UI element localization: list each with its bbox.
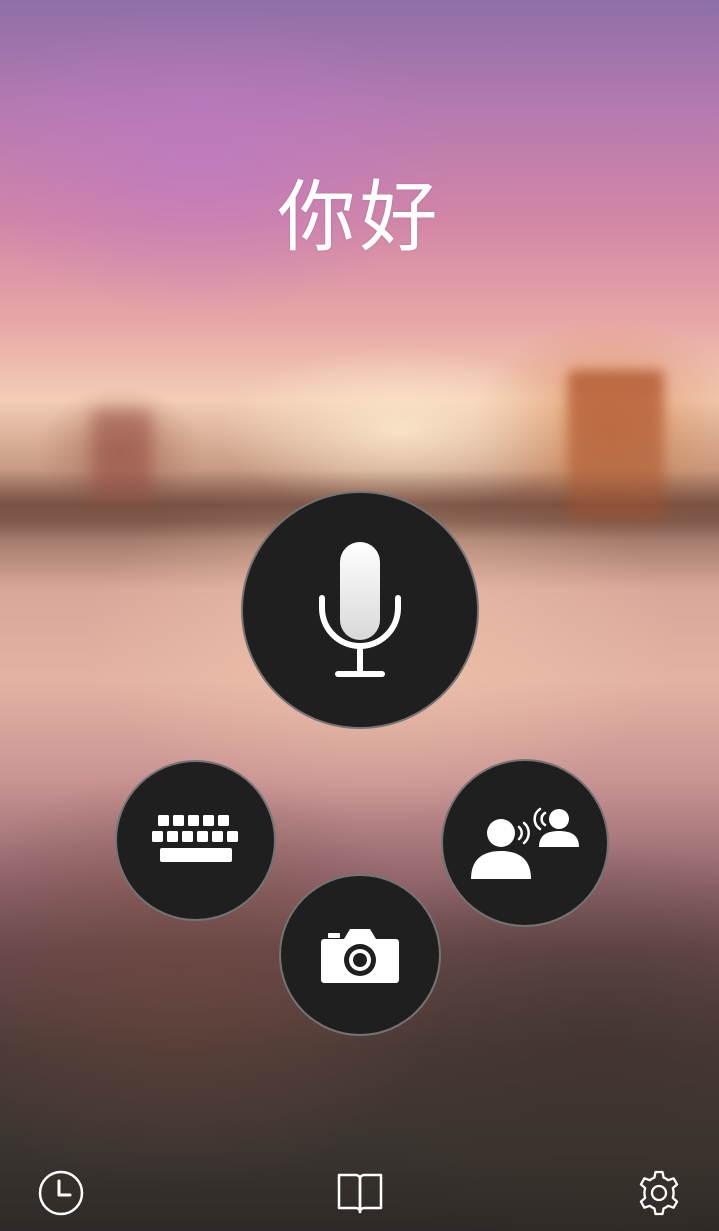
conversation-icon [467,805,583,881]
camera-button[interactable] [279,874,441,1036]
microphone-button[interactable] [241,491,479,729]
phrasebook-button[interactable] [332,1165,388,1221]
clock-icon [37,1169,85,1217]
conversation-button[interactable] [441,759,609,927]
history-button[interactable] [33,1165,89,1221]
keyboard-icon [150,813,242,869]
keyboard-button[interactable] [115,760,276,921]
microphone-icon [312,540,408,680]
background-building [568,370,664,520]
background-building-left [92,410,152,500]
book-icon [336,1171,384,1215]
settings-button[interactable] [631,1165,687,1221]
gear-icon [635,1169,683,1217]
greeting-text: 你好 [277,173,442,263]
app-screen: 你好 [0,0,719,1231]
camera-icon [320,925,400,985]
